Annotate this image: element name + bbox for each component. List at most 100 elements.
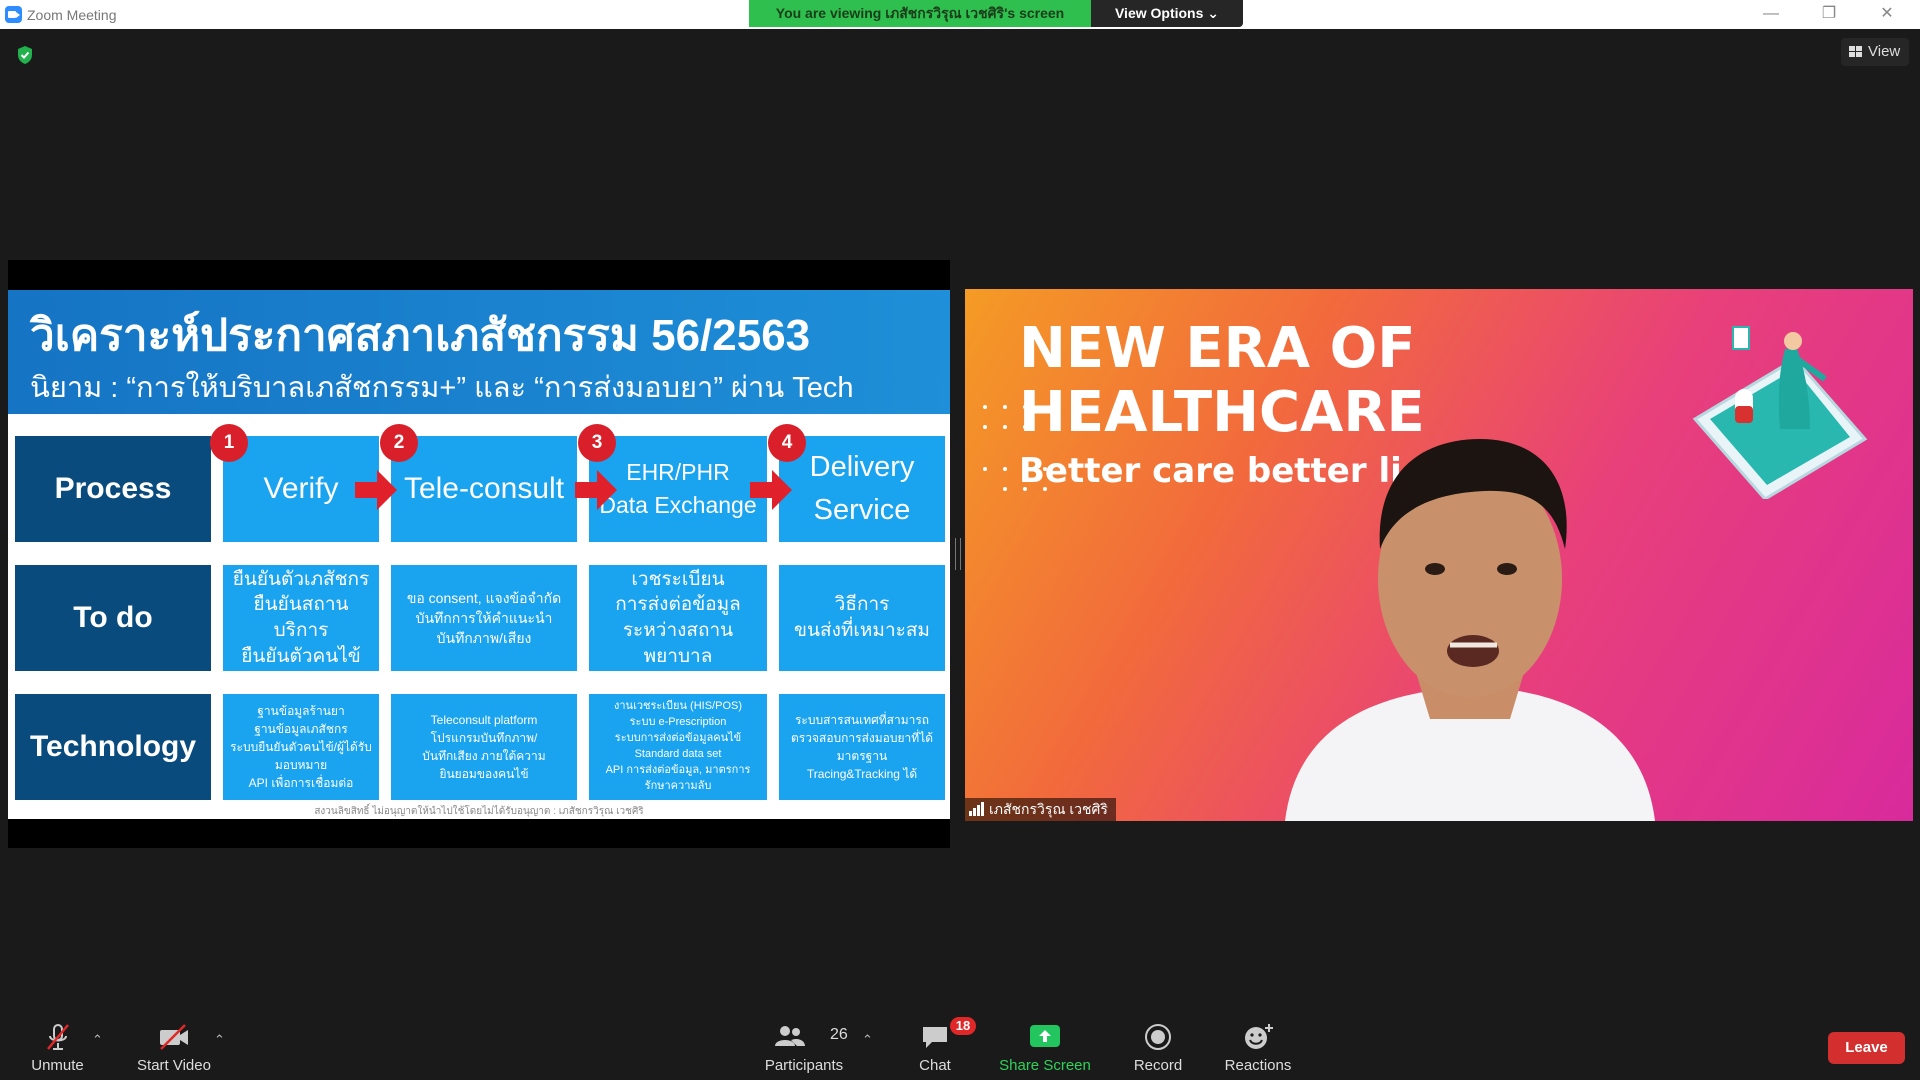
tech-delivery: ระบบสารสนเทศที่สามารถ ตรวจสอบการส่งมอบยา…	[779, 694, 945, 800]
audio-options-caret[interactable]: ⌃	[92, 1032, 103, 1048]
step-delivery: Delivery Service	[779, 436, 945, 542]
tech-ehr: งานเวชระเบียน (HIS/POS) ระบบ e-Prescript…	[589, 694, 767, 800]
meeting-toolbar: Unmute ⌃ Start Video ⌃ 26 Participants ⌃…	[0, 1010, 1920, 1080]
tech-text: ระบบ e-Prescription	[629, 716, 727, 729]
tech-text: ฐานข้อมูลร้านยา	[257, 704, 345, 718]
unmute-label: Unmute	[31, 1057, 84, 1074]
slide-header: วิเคราะห์ประกาศสภาเภสัชกรรม 56/2563 นิยา…	[8, 290, 950, 414]
view-options-button[interactable]: View Options ⌄	[1091, 0, 1243, 27]
todo-text: ขนส่งที่เหมาะสม	[794, 620, 930, 641]
record-button[interactable]: Record	[1120, 1010, 1196, 1080]
doctor-phone-illustration	[1692, 326, 1868, 499]
row-header-todo: To do	[15, 565, 211, 671]
step-delivery-line2: Service	[813, 494, 911, 526]
tech-verify: ฐานข้อมูลร้านยา ฐานข้อมูลเภสัชกร ระบบยืน…	[223, 694, 379, 800]
microphone-muted-icon	[46, 1024, 69, 1050]
step-badge-1: 1	[210, 424, 248, 462]
participant-video[interactable]: NEW ERA OF HEALTHCARE Better care better…	[965, 289, 1913, 821]
tech-teleconsult: Teleconsult platform โปรแกรมบันทึกภาพ/ บ…	[391, 694, 577, 800]
participants-count: 26	[830, 1026, 848, 1043]
view-label: View	[1868, 43, 1901, 60]
unmute-button[interactable]: Unmute	[20, 1010, 95, 1080]
presentation-slide: วิเคราะห์ประกาศสภาเภสัชกรรม 56/2563 นิยา…	[8, 290, 950, 819]
tech-text: API การส่งต่อข้อมูล, มาตรการ	[605, 763, 751, 776]
row-header-process: Process	[15, 436, 211, 542]
todo-text: วิธีการ	[834, 594, 890, 616]
row-header-technology: Technology	[15, 694, 211, 800]
arrow-right-icon	[750, 470, 792, 510]
zoom-logo-icon	[5, 6, 22, 23]
tech-text: Tracing&Tracking ได้	[806, 767, 918, 781]
todo-teleconsult: ขอ consent, แจงข้อจำกัด บันทึกการให้คำแน…	[391, 565, 577, 671]
todo-text: การส่งต่อข้อมูล	[615, 594, 741, 616]
encryption-shield-icon[interactable]	[16, 45, 34, 65]
shared-screen[interactable]: วิเคราะห์ประกาศสภาเภสัชกรรม 56/2563 นิยา…	[8, 260, 950, 848]
chat-icon	[923, 1027, 947, 1048]
todo-delivery: วิธีการ ขนส่งที่เหมาะสม	[779, 565, 945, 671]
todo-text: เวชระเบียน	[631, 568, 725, 590]
record-icon	[1145, 1024, 1171, 1050]
reactions-smiley-icon	[1245, 1024, 1273, 1049]
step-badge-4: 4	[768, 424, 806, 462]
tech-text: รักษาความลับ	[644, 779, 712, 792]
video-headline-line1: NEW ERA OF	[1019, 316, 1416, 381]
video-options-caret[interactable]: ⌃	[214, 1032, 225, 1048]
todo-ehr: เวชระเบียน การส่งต่อข้อมูล ระหว่างสถานพย…	[589, 565, 767, 671]
step-badge-2: 2	[380, 424, 418, 462]
grid-icon	[1849, 46, 1862, 57]
window-title: Zoom Meeting	[27, 7, 117, 23]
tech-text: ระบบการส่งต่อข้อมูลคนไข้	[614, 732, 742, 745]
view-layout-button[interactable]: View	[1841, 38, 1909, 66]
tech-text: ระบบสารสนเทศที่สามารถ	[794, 713, 930, 727]
share-screen-icon	[1030, 1025, 1060, 1047]
signal-strength-icon	[969, 802, 984, 816]
splitter-handle[interactable]	[955, 538, 961, 570]
todo-text: บันทึกการให้คำแนะนำ	[415, 609, 553, 626]
tech-text: ตรวจสอบการส่งมอบยาที่ได้	[790, 731, 934, 745]
reactions-button[interactable]: Reactions	[1216, 1010, 1300, 1080]
restore-button[interactable]: ❐	[1814, 3, 1844, 25]
presenter-video-figure	[1285, 439, 1655, 821]
step-teleconsult: Tele-consult	[391, 436, 577, 542]
tech-text: ฐานข้อมูลเภสัชกร	[254, 722, 348, 736]
participant-nameplate: เภสัชกรวิรุณ เวชศิริ	[965, 798, 1116, 821]
reactions-label: Reactions	[1224, 1057, 1292, 1074]
video-off-icon	[160, 1024, 188, 1050]
todo-text: ขอ consent, แจงข้อจำกัด	[406, 589, 562, 606]
todo-text: ยืนยันตัวคนไข้	[241, 645, 361, 667]
todo-text: ยืนยันตัวเภสัชกร	[232, 568, 370, 590]
close-button[interactable]: ✕	[1872, 3, 1902, 25]
tech-text: บันทึกเสียง ภายใต้ความ	[422, 749, 546, 763]
chat-unread-badge: 18	[950, 1017, 976, 1035]
tech-text: API เพื่อการเชื่อมต่อ	[248, 776, 354, 790]
tech-text: งานเวชระเบียน (HIS/POS)	[614, 700, 742, 713]
chat-button[interactable]: 18 Chat	[900, 1010, 976, 1080]
participants-icon	[775, 1026, 805, 1046]
slide-footnote: สงวนลิขสิทธิ์ ไม่อนุญาตให้นำไปใช้โดยไม่ไ…	[314, 806, 644, 817]
participants-button[interactable]: 26 Participants	[760, 1010, 848, 1080]
arrow-right-icon	[355, 470, 397, 510]
participants-options-caret[interactable]: ⌃	[862, 1032, 873, 1048]
share-screen-label: Share Screen	[999, 1057, 1091, 1074]
share-screen-button[interactable]: Share Screen	[995, 1010, 1095, 1080]
start-video-label: Start Video	[137, 1057, 211, 1074]
slide-subtitle: นิยาม : “การให้บริบาลเภสัชกรรม+” และ “กา…	[30, 372, 854, 404]
participants-label: Participants	[764, 1057, 844, 1074]
tech-text: Teleconsult platform	[430, 713, 538, 727]
step-delivery-line1: Delivery	[809, 450, 915, 483]
start-video-button[interactable]: Start Video	[130, 1010, 218, 1080]
step-ehr-line2: Data Exchange	[599, 492, 757, 518]
tech-text: มาตรฐาน	[836, 749, 888, 763]
leave-meeting-button[interactable]: Leave	[1828, 1032, 1905, 1064]
todo-text: ระหว่างสถานพยาบาล	[622, 620, 734, 667]
slide-title: วิเคราะห์ประกาศสภาเภสัชกรรม 56/2563	[30, 311, 811, 360]
record-label: Record	[1133, 1057, 1183, 1074]
minimize-button[interactable]: —	[1756, 3, 1786, 25]
viewing-screen-banner: You are viewing เภสัชกรวิรุณ เวชศิริ's s…	[749, 0, 1091, 27]
step-ehr-line1: EHR/PHR	[626, 458, 730, 485]
tech-text: ยินยอมของคนไข้	[439, 767, 529, 781]
chat-label: Chat	[919, 1057, 951, 1074]
step-badge-3: 3	[578, 424, 616, 462]
tech-text: ระบบยืนยันตัวคนไข้/ผู้ได้รับมอบหมาย	[230, 740, 372, 772]
participant-name: เภสัชกรวิรุณ เวชศิริ	[989, 801, 1108, 817]
